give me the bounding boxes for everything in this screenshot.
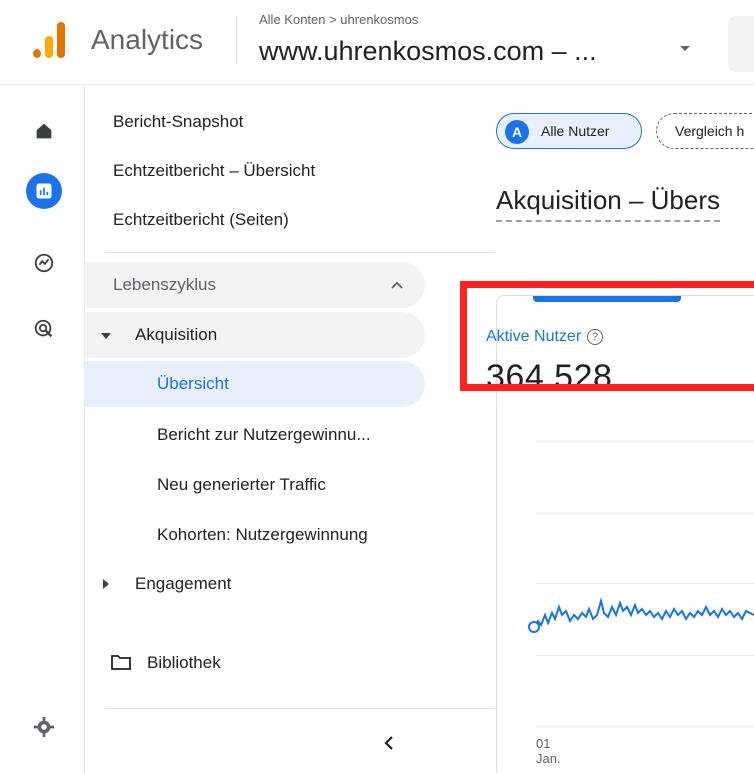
chart-gridline (536, 583, 754, 584)
compare-chip-label: Vergleich h (675, 123, 745, 139)
property-selector[interactable]: www.uhrenkosmos.com – ... (259, 36, 597, 67)
chevron-up-icon[interactable] (390, 280, 404, 290)
collapse-chevron-icon[interactable] (383, 735, 395, 751)
nav-item-traffic-acquisition[interactable]: Neu generierter Traffic (157, 475, 326, 495)
segment-chip-label: Alle Nutzer (541, 123, 610, 139)
nav-item-library[interactable]: Bibliothek (147, 653, 221, 673)
caret-right-icon (103, 579, 109, 589)
advertising-icon[interactable] (26, 311, 62, 347)
chart-gridline (536, 513, 754, 514)
nav-item-cohort-acquisition[interactable]: Kohorten: Nutzergewinnung (157, 525, 368, 545)
app-header: Analytics Alle Konten > uhrenkosmos www.… (0, 0, 754, 85)
page-title: Akquisition – Übers (496, 185, 720, 222)
compare-chip[interactable]: Vergleich h (656, 113, 754, 149)
nav-item-realtime-pages[interactable]: Echtzeitbericht (Seiten) (113, 210, 289, 230)
breadcrumb[interactable]: Alle Konten > uhrenkosmos (259, 12, 418, 27)
nav-item-overview-label: Übersicht (157, 374, 229, 393)
chart-axis-day-label: 01 (536, 736, 551, 751)
nav-group-label: Akquisition (135, 325, 218, 344)
chart-gridline (536, 441, 754, 442)
nav-section-label: Lebenszyklus (113, 275, 217, 294)
highlight-annotation-box (460, 281, 754, 391)
left-rail (0, 85, 85, 773)
explore-icon[interactable] (26, 245, 62, 281)
home-icon[interactable] (26, 113, 62, 149)
chart-axis-month-label: Jan. (536, 751, 561, 766)
main-content: A Alle Nutzer Vergleich h Akquisition – … (426, 85, 754, 773)
chevron-down-icon[interactable] (680, 46, 690, 51)
nav-item-report-snapshot[interactable]: Bericht-Snapshot (113, 112, 243, 132)
segment-badge: A (505, 120, 529, 144)
app-title: Analytics (91, 24, 204, 55)
analytics-logo-icon[interactable] (33, 22, 65, 58)
reports-icon[interactable] (26, 173, 62, 209)
chart-gridline (536, 726, 754, 727)
chart-gridline (536, 655, 754, 656)
nav-group-acquisition[interactable]: Akquisition (85, 312, 425, 358)
caret-down-icon (101, 333, 111, 339)
nav-group-engagement[interactable]: Engagement (135, 574, 231, 594)
report-navigation: Bericht-Snapshot Echtzeitbericht – Übers… (85, 85, 495, 773)
folder-icon (111, 655, 131, 670)
header-search-box[interactable] (728, 16, 754, 72)
nav-item-user-acquisition[interactable]: Bericht zur Nutzergewinnu... (157, 425, 371, 445)
segment-chip-all-users[interactable]: A Alle Nutzer (496, 113, 642, 149)
active-users-line-chart (528, 597, 754, 633)
nav-item-overview[interactable]: Übersicht (85, 361, 425, 407)
nav-item-realtime-overview[interactable]: Echtzeitbericht – Übersicht (113, 161, 315, 181)
nav-section-lifecycle[interactable]: Lebenszyklus (85, 262, 425, 308)
header-divider (236, 16, 237, 64)
settings-icon[interactable] (26, 709, 62, 745)
